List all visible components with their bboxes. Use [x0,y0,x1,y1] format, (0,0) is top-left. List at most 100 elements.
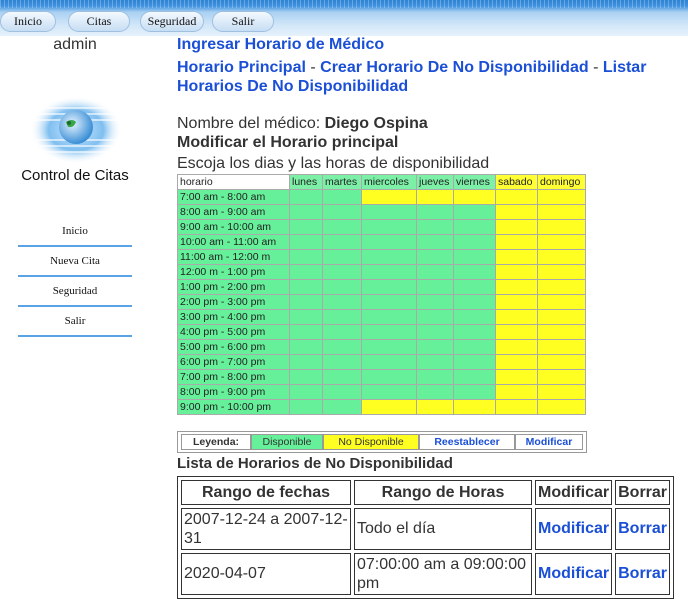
slot-available[interactable] [361,249,417,265]
slot-available[interactable] [322,399,362,415]
slot-available[interactable] [289,309,323,325]
slot-unavailable[interactable] [537,219,586,235]
slot-available[interactable] [289,264,323,280]
sidebar-item-nueva-cita[interactable]: Nueva Cita [18,247,132,277]
slot-available[interactable] [322,279,362,295]
slot-available[interactable] [416,324,454,340]
slot-available[interactable] [361,339,417,355]
slot-unavailable[interactable] [495,369,538,385]
slot-available[interactable] [289,189,323,205]
slot-available[interactable] [289,279,323,295]
link-horario-principal[interactable]: Horario Principal [177,59,306,76]
slot-unavailable[interactable] [537,279,586,295]
slot-available[interactable] [322,204,362,220]
slot-available[interactable] [416,249,454,265]
slot-available[interactable] [453,369,496,385]
slot-available[interactable] [322,324,362,340]
slot-available[interactable] [289,354,323,370]
slot-unavailable[interactable] [537,204,586,220]
slot-available[interactable] [361,309,417,325]
reset-button[interactable]: Reestablecer [419,434,515,450]
slot-available[interactable] [289,369,323,385]
slot-available[interactable] [289,204,323,220]
slot-available[interactable] [361,264,417,280]
slot-available[interactable] [416,279,454,295]
slot-unavailable[interactable] [495,309,538,325]
slot-available[interactable] [289,399,323,415]
slot-available[interactable] [289,234,323,250]
slot-unavailable[interactable] [495,264,538,280]
topnav-salir-button[interactable]: Salir [212,11,274,32]
slot-available[interactable] [322,384,362,400]
slot-available[interactable] [289,324,323,340]
slot-available[interactable] [453,294,496,310]
slot-available[interactable] [453,219,496,235]
slot-unavailable[interactable] [495,204,538,220]
slot-unavailable[interactable] [495,399,538,415]
modify-schedule-button[interactable]: Modificar [515,434,583,450]
slot-unavailable[interactable] [537,294,586,310]
slot-available[interactable] [453,384,496,400]
slot-available[interactable] [453,354,496,370]
slot-unavailable[interactable] [495,339,538,355]
slot-unavailable[interactable] [495,354,538,370]
slot-available[interactable] [416,294,454,310]
slot-available[interactable] [322,339,362,355]
slot-unavailable[interactable] [495,279,538,295]
delete-link[interactable]: Borrar [618,565,667,582]
slot-unavailable[interactable] [537,189,586,205]
slot-available[interactable] [322,234,362,250]
slot-available[interactable] [289,339,323,355]
slot-unavailable[interactable] [416,399,454,415]
slot-unavailable[interactable] [495,189,538,205]
slot-available[interactable] [416,369,454,385]
slot-unavailable[interactable] [453,399,496,415]
sidebar-item-salir[interactable]: Salir [18,307,132,337]
delete-link[interactable]: Borrar [618,520,667,537]
modify-link[interactable]: Modificar [538,565,609,582]
slot-available[interactable] [322,294,362,310]
slot-unavailable[interactable] [416,189,454,205]
slot-available[interactable] [322,309,362,325]
slot-available[interactable] [361,204,417,220]
slot-available[interactable] [453,204,496,220]
slot-available[interactable] [416,309,454,325]
slot-available[interactable] [453,324,496,340]
slot-unavailable[interactable] [495,324,538,340]
slot-available[interactable] [453,339,496,355]
slot-available[interactable] [322,189,362,205]
slot-unavailable[interactable] [495,294,538,310]
slot-available[interactable] [416,354,454,370]
slot-available[interactable] [416,234,454,250]
slot-available[interactable] [416,384,454,400]
modify-link[interactable]: Modificar [538,520,609,537]
slot-available[interactable] [361,294,417,310]
slot-available[interactable] [416,339,454,355]
slot-available[interactable] [361,234,417,250]
slot-unavailable[interactable] [537,399,586,415]
slot-available[interactable] [322,264,362,280]
slot-available[interactable] [289,219,323,235]
slot-unavailable[interactable] [495,249,538,265]
slot-available[interactable] [453,234,496,250]
slot-available[interactable] [289,294,323,310]
topnav-seguridad-button[interactable]: Seguridad [140,11,204,32]
slot-unavailable[interactable] [537,369,586,385]
slot-unavailable[interactable] [537,234,586,250]
slot-available[interactable] [361,369,417,385]
slot-available[interactable] [322,249,362,265]
slot-unavailable[interactable] [537,384,586,400]
slot-unavailable[interactable] [537,324,586,340]
slot-unavailable[interactable] [537,264,586,280]
slot-unavailable[interactable] [537,339,586,355]
slot-available[interactable] [322,354,362,370]
slot-available[interactable] [289,384,323,400]
topnav-citas-button[interactable]: Citas [68,11,130,32]
slot-unavailable[interactable] [537,309,586,325]
slot-unavailable[interactable] [495,219,538,235]
slot-unavailable[interactable] [537,249,586,265]
slot-available[interactable] [416,264,454,280]
slot-unavailable[interactable] [361,399,417,415]
slot-unavailable[interactable] [495,384,538,400]
slot-available[interactable] [416,204,454,220]
